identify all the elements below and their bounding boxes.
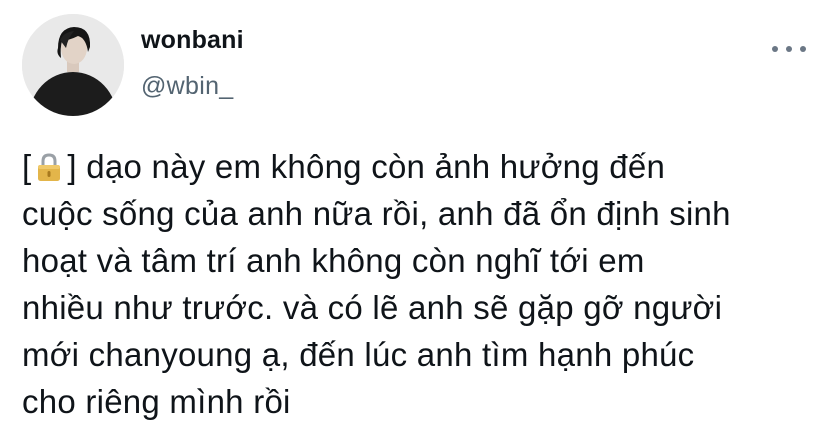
author-display-name[interactable]: wonbani	[141, 26, 244, 55]
tweet-text-line: nhiều như trước. và có lẽ anh sẽ gặp gỡ …	[22, 289, 723, 326]
tweet-text-line: hoạt và tâm trí anh không còn nghĩ tới e…	[22, 242, 645, 279]
more-options-button[interactable]	[772, 38, 806, 60]
more-dot-icon	[772, 46, 778, 52]
tweet-text: [ ] dạo này em không còn ảnh hưởng đến c…	[22, 143, 812, 425]
tweet-text-line: cho riêng mình rồi	[22, 383, 291, 420]
tweet-text-line: [ ] dạo này em không còn ảnh hưởng đến	[22, 143, 812, 190]
tweet-text-segment: [	[22, 148, 32, 185]
more-dot-icon	[800, 46, 806, 52]
more-dot-icon	[786, 46, 792, 52]
tweet-text-segment: ] dạo này em không còn ảnh hưởng đến	[67, 148, 666, 185]
author-handle[interactable]: @wbin_	[141, 72, 234, 101]
tweet-text-line: mới chanyoung ạ, đến lúc anh tìm hạnh ph…	[22, 336, 695, 373]
lock-icon	[36, 152, 62, 182]
author-avatar[interactable]	[22, 14, 124, 116]
tweet-card: wonbani @wbin_ [ ] dạo này em không còn …	[0, 0, 828, 430]
tweet-text-line: cuộc sống của anh nữa rồi, anh đã ổn địn…	[22, 195, 731, 232]
avatar-photo-icon	[22, 14, 124, 116]
